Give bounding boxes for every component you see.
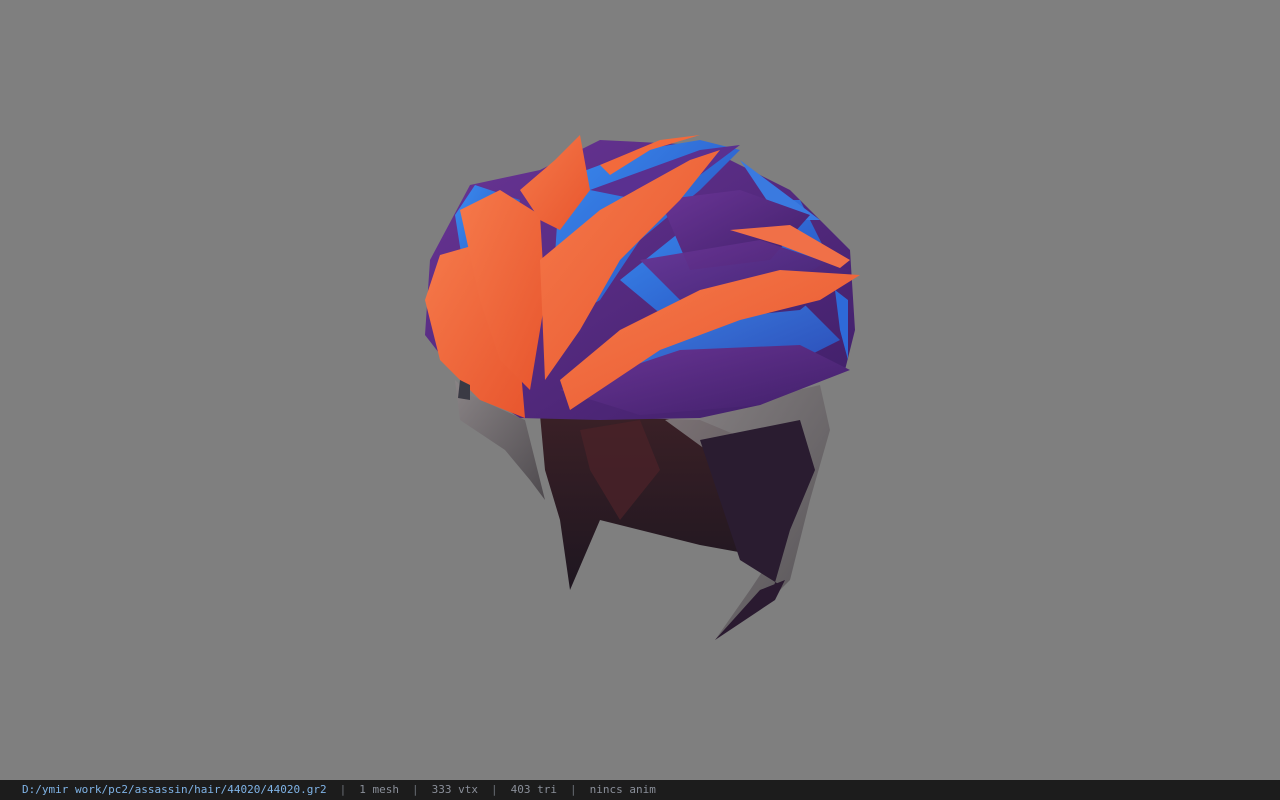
separator: | xyxy=(412,783,419,796)
triangle-count: 403 tri xyxy=(510,783,557,796)
hair-model-render[interactable] xyxy=(0,0,1280,780)
separator: | xyxy=(491,783,498,796)
status-bar: D:/ymir work/pc2/assassin/hair/44020/440… xyxy=(0,780,1280,800)
crown-hair xyxy=(425,135,860,420)
mesh-count: 1 mesh xyxy=(359,783,400,796)
3d-viewport[interactable] xyxy=(0,0,1280,780)
file-path: D:/ymir work/pc2/assassin/hair/44020/440… xyxy=(22,783,327,796)
separator: | xyxy=(339,783,347,796)
vertex-count: 333 vtx xyxy=(431,783,478,796)
animation-status: nincs anim xyxy=(589,783,656,796)
separator: | xyxy=(569,783,577,796)
